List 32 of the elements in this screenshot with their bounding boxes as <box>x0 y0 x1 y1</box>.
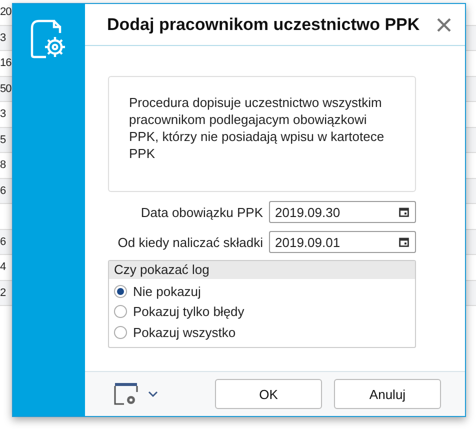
calendar-icon[interactable] <box>399 207 409 217</box>
dialog-button[interactable]: Anuluj <box>334 379 441 409</box>
group-header: Czy pokazać log <box>109 261 415 279</box>
table-cell: 3 <box>0 108 6 120</box>
radio-option[interactable]: Nie pokazuj <box>114 281 410 302</box>
field-label: Od kiedy naliczać składki <box>118 234 263 250</box>
table-cell: 4 <box>0 261 6 274</box>
date-field[interactable]: 2019.09.01 <box>269 231 416 253</box>
dialog-title: Dodaj pracownikom uczestnictwo PPK <box>107 14 420 34</box>
radio-option[interactable]: Pokazuj wszystko <box>114 322 410 342</box>
document-gear-icon <box>30 19 68 59</box>
table-cell: 8 <box>0 159 6 172</box>
description-text: Procedura dopisuje uczestnictwo wszystkim pracownikom podlegajacym obowiązkowi PPK, którzy nie posiadają wpisu w kartotece PPK <box>129 94 386 162</box>
dialog-button[interactable]: OK <box>215 379 322 409</box>
radio-button[interactable] <box>114 305 127 318</box>
calendar-icon[interactable] <box>399 237 409 247</box>
table-cell: 16 <box>0 57 12 70</box>
table-cell: 2 <box>0 286 6 299</box>
field-label: Data obowiązku PPK <box>140 204 263 220</box>
chevron-down-icon <box>148 390 158 398</box>
table-cell: 50 <box>0 82 12 95</box>
radio-button[interactable] <box>114 284 127 298</box>
settings-dropdown[interactable] <box>114 382 158 406</box>
close-icon[interactable] <box>437 18 451 32</box>
table-cell: 5 <box>0 134 6 146</box>
table-cell: 6 <box>0 184 6 197</box>
radio-option[interactable]: Pokazuj tylko błędy <box>114 302 410 322</box>
radio-button[interactable] <box>114 326 127 339</box>
table-cell: 6 <box>0 236 6 248</box>
table-cell: 3 <box>0 32 6 44</box>
date-field[interactable]: 2019.09.30 <box>269 201 416 223</box>
table-cell: 20 <box>0 6 12 18</box>
